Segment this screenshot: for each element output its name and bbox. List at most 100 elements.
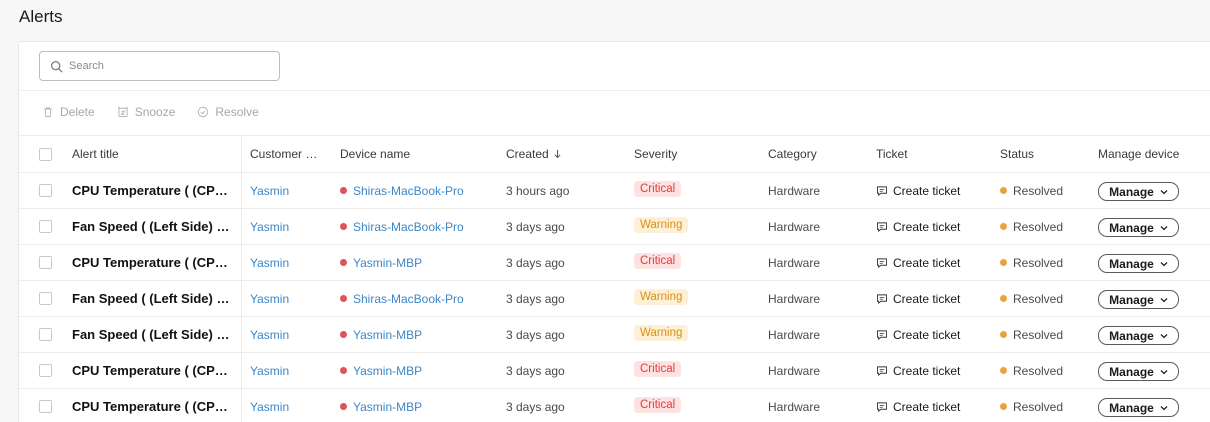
device-cell[interactable]: Yasmin-MBP — [340, 389, 422, 422]
manage-button[interactable]: Manage — [1098, 254, 1179, 273]
header-severity[interactable]: Severity — [634, 147, 677, 161]
select-all-checkbox[interactable] — [39, 147, 52, 161]
alert-title[interactable]: CPU Temperature ( (CPU_... — [72, 255, 234, 270]
alert-title[interactable]: Fan Speed ( (Left Side) an... — [72, 291, 234, 306]
alert-title[interactable]: Fan Speed ( (Left Side) an... — [72, 327, 234, 342]
status-dot — [1000, 403, 1007, 410]
customer-link[interactable]: Yasmin — [250, 220, 289, 234]
manage-button[interactable]: Manage — [1098, 290, 1179, 309]
category-text: Hardware — [768, 327, 821, 342]
alert-title[interactable]: Fan Speed ( (Left Side) an... — [72, 219, 234, 234]
device-link[interactable]: Yasmin-MBP — [353, 328, 422, 342]
message-square-icon — [877, 257, 887, 268]
search-input[interactable] — [69, 60, 269, 72]
table-row[interactable]: Fan Speed ( (Left Side) an... Yasmin Shi… — [19, 280, 1210, 316]
created-time: 3 days ago — [506, 399, 565, 414]
row-checkbox[interactable] — [39, 184, 52, 197]
header-device-name[interactable]: Device name — [340, 147, 410, 161]
row-checkbox[interactable] — [39, 256, 52, 269]
category-text: Hardware — [768, 219, 821, 234]
manage-label: Manage — [1109, 400, 1154, 415]
device-cell[interactable]: Shiras-MacBook-Pro — [340, 173, 464, 208]
header-status[interactable]: Status — [1000, 147, 1034, 161]
device-link[interactable]: Shiras-MacBook-Pro — [353, 292, 464, 306]
chevron-down-icon — [1160, 261, 1168, 266]
header-category[interactable]: Category — [768, 147, 817, 161]
message-square-icon — [877, 293, 887, 304]
created-time: 3 days ago — [506, 363, 565, 378]
resolve-button[interactable]: Resolve — [197, 105, 259, 119]
device-link[interactable]: Shiras-MacBook-Pro — [353, 220, 464, 234]
row-checkbox[interactable] — [39, 292, 52, 305]
customer-link[interactable]: Yasmin — [250, 400, 289, 414]
device-cell[interactable]: Yasmin-MBP — [340, 353, 422, 388]
row-checkbox[interactable] — [39, 220, 52, 233]
create-ticket-button[interactable]: Create ticket — [876, 209, 960, 244]
header-ticket[interactable]: Ticket — [876, 147, 908, 161]
manage-button[interactable]: Manage — [1098, 398, 1179, 417]
customer-link[interactable]: Yasmin — [250, 184, 289, 198]
table-row[interactable]: CPU Temperature ( (CPU_... Yasmin Yasmin… — [19, 352, 1210, 388]
create-ticket-button[interactable]: Create ticket — [876, 317, 960, 352]
manage-button[interactable]: Manage — [1098, 362, 1179, 381]
chevron-down-icon — [1160, 297, 1168, 302]
row-checkbox[interactable] — [39, 364, 52, 377]
message-square-icon — [877, 221, 887, 232]
resolve-label: Resolve — [215, 105, 259, 119]
row-checkbox[interactable] — [39, 328, 52, 341]
chevron-down-icon — [1160, 189, 1168, 194]
customer-link[interactable]: Yasmin — [250, 292, 289, 306]
customer-link[interactable]: Yasmin — [250, 328, 289, 342]
message-square-icon — [877, 329, 887, 340]
customer-link[interactable]: Yasmin — [250, 256, 289, 270]
customer-link[interactable]: Yasmin — [250, 364, 289, 378]
alert-title[interactable]: CPU Temperature ( (CPU_... — [72, 363, 234, 378]
header-created[interactable]: Created — [506, 136, 562, 172]
device-cell[interactable]: Shiras-MacBook-Pro — [340, 209, 464, 244]
alert-title[interactable]: CPU Temperature ( (CPU_... — [72, 399, 234, 414]
table-row[interactable]: CPU Temperature ( (CPU_... Yasmin Yasmin… — [19, 244, 1210, 280]
delete-button[interactable]: Delete — [42, 105, 95, 119]
snooze-button[interactable]: Snooze — [117, 105, 175, 119]
severity-badge: Critical — [634, 396, 682, 413]
chevron-down-icon — [1160, 333, 1168, 338]
category-text: Hardware — [768, 255, 821, 270]
manage-button[interactable]: Manage — [1098, 326, 1179, 345]
arrow-down-icon — [554, 149, 561, 159]
device-cell[interactable]: Shiras-MacBook-Pro — [340, 281, 464, 316]
device-status-dot — [340, 259, 347, 266]
create-ticket-button[interactable]: Create ticket — [876, 281, 960, 316]
search-box[interactable] — [39, 51, 280, 81]
device-link[interactable]: Yasmin-MBP — [353, 364, 422, 378]
create-ticket-button[interactable]: Create ticket — [876, 353, 960, 388]
category-text: Hardware — [768, 399, 821, 414]
header-alert-title[interactable]: Alert title — [72, 147, 119, 161]
create-ticket-button[interactable]: Create ticket — [876, 245, 960, 280]
alert-title[interactable]: CPU Temperature ( (CPU_... — [72, 183, 234, 198]
table-row[interactable]: Fan Speed ( (Left Side) an... Yasmin Yas… — [19, 316, 1210, 352]
device-link[interactable]: Yasmin-MBP — [353, 400, 422, 414]
create-ticket-label: Create ticket — [893, 291, 961, 306]
device-cell[interactable]: Yasmin-MBP — [340, 317, 422, 352]
search-icon — [51, 60, 63, 72]
alerts-table: Alert title Customer name Device name Cr… — [19, 135, 1210, 422]
manage-label: Manage — [1109, 328, 1154, 343]
table-row[interactable]: Fan Speed ( (Left Side) an... Yasmin Shi… — [19, 208, 1210, 244]
row-checkbox[interactable] — [39, 400, 52, 413]
created-time: 3 days ago — [506, 327, 565, 342]
table-row[interactable]: CPU Temperature ( (CPU_... Yasmin Yasmin… — [19, 388, 1210, 422]
create-ticket-label: Create ticket — [893, 399, 961, 414]
device-link[interactable]: Yasmin-MBP — [353, 256, 422, 270]
severity-badge: Warning — [634, 324, 689, 341]
column-divider — [241, 173, 242, 208]
manage-button[interactable]: Manage — [1098, 182, 1179, 201]
create-ticket-button[interactable]: Create ticket — [876, 173, 960, 208]
create-ticket-button[interactable]: Create ticket — [876, 389, 960, 422]
header-customer-name[interactable]: Customer name — [250, 147, 322, 161]
device-status-dot — [340, 223, 347, 230]
manage-button[interactable]: Manage — [1098, 218, 1179, 237]
device-cell[interactable]: Yasmin-MBP — [340, 245, 422, 280]
device-link[interactable]: Shiras-MacBook-Pro — [353, 184, 464, 198]
table-row[interactable]: CPU Temperature ( (CPU_... Yasmin Shiras… — [19, 172, 1210, 208]
table-header-row: Alert title Customer name Device name Cr… — [19, 135, 1210, 172]
